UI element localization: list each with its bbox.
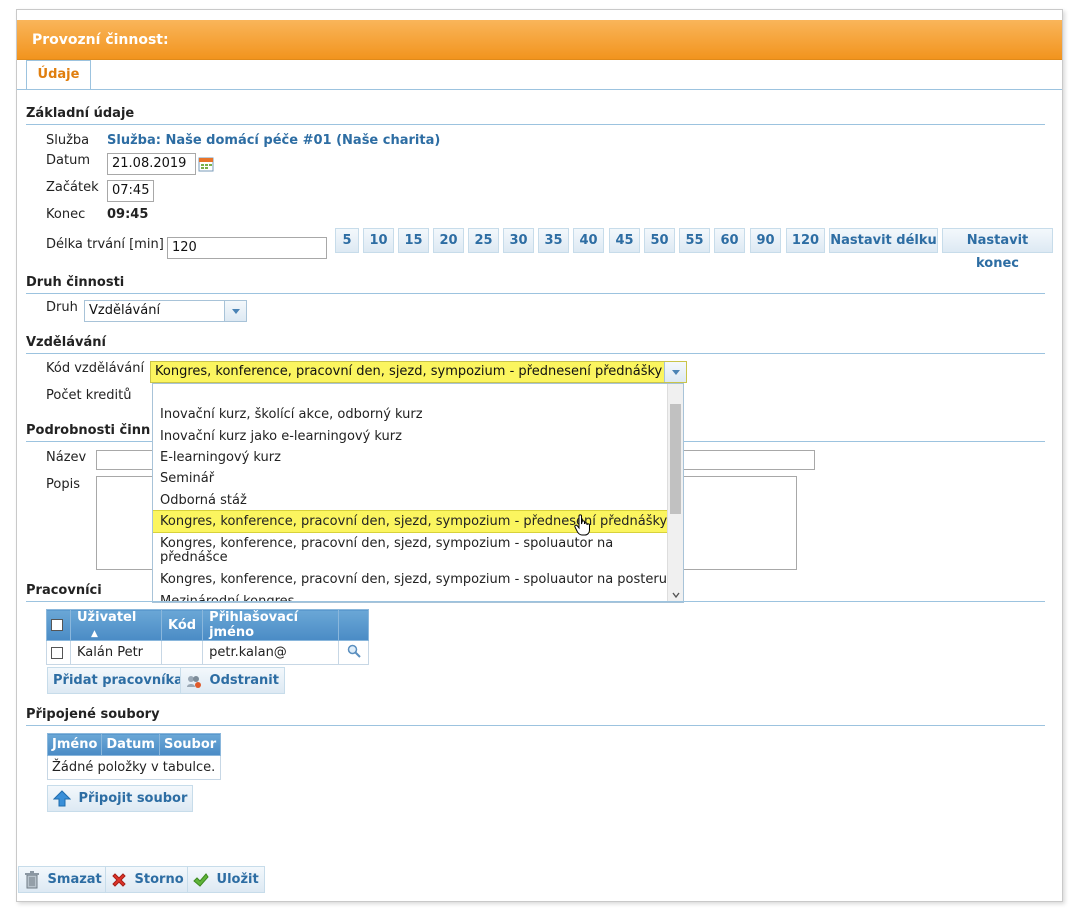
row-checkbox[interactable] <box>51 646 63 659</box>
table-header-row: Uživatel ▲ Kód Přihlašovací jméno <box>46 609 370 641</box>
cell-user: Kalán Petr <box>70 640 162 665</box>
duration-40-button[interactable]: 40 <box>573 228 604 253</box>
end-value: 09:45 <box>107 207 149 222</box>
upload-arrow-icon <box>53 789 71 806</box>
duration-20-button[interactable]: 20 <box>433 228 464 253</box>
dropdown-option[interactable]: E-learningový kurz <box>160 451 281 465</box>
cancel-label: Storno <box>134 872 184 887</box>
chevron-down-icon[interactable] <box>224 301 246 321</box>
code-select[interactable]: Kongres, konference, pracovní den, sjezd… <box>150 361 687 383</box>
dropdown-option[interactable]: Kongres, konference, pracovní den, sjezd… <box>160 537 640 565</box>
table-row: Žádné položky v tabulce. <box>46 755 222 780</box>
remove-worker-button[interactable]: Odstranit <box>180 667 285 694</box>
duration-60-button[interactable]: 60 <box>714 228 745 253</box>
kind-label: Druh <box>46 300 78 315</box>
row-checkbox-cell[interactable] <box>46 640 71 665</box>
section-workers-title: Pracovníci <box>26 583 1045 602</box>
column-date[interactable]: Datum <box>101 733 160 756</box>
close-icon <box>112 872 126 887</box>
remove-people-icon <box>187 675 201 688</box>
table-row[interactable]: Kalán Petr petr.kalan@ <box>46 640 370 665</box>
code-select-value: Kongres, konference, pracovní den, sjezd… <box>155 364 663 379</box>
column-code[interactable]: Kód <box>160 609 204 641</box>
cancel-button[interactable]: Storno <box>105 866 190 893</box>
column-user[interactable]: Uživatel ▲ <box>70 609 162 641</box>
set-duration-button[interactable]: Nastavit délku <box>829 228 938 253</box>
duration-label: Délka trvání [min] <box>46 237 164 252</box>
code-dropdown-list[interactable]: Inovační kurz, školící akce, odborný kur… <box>152 383 684 603</box>
trash-icon <box>25 870 39 888</box>
empty-table-message: Žádné položky v tabulce. <box>46 755 222 780</box>
section-files-title: Připojené soubory <box>26 707 1045 726</box>
kind-select-value: Vzdělávání <box>89 303 161 318</box>
dropdown-option[interactable]: Seminář <box>160 472 214 486</box>
duration-90-button[interactable]: 90 <box>750 228 781 253</box>
duration-10-button[interactable]: 10 <box>363 228 394 253</box>
calendar-icon[interactable] <box>198 156 214 172</box>
section-activity-title: Druh činnosti <box>26 275 1045 294</box>
search-icon[interactable] <box>347 644 361 658</box>
duration-15-button[interactable]: 15 <box>398 228 429 253</box>
dropdown-scrollbar[interactable] <box>667 384 683 602</box>
column-name[interactable]: Jméno <box>46 733 103 756</box>
select-all-header[interactable] <box>46 609 71 641</box>
service-label: Služba <box>46 133 90 148</box>
set-end-button[interactable]: Nastavit konec <box>942 228 1053 271</box>
dialog-title: Provozní činnost: <box>17 20 1062 60</box>
delete-label: Smazat <box>47 872 102 887</box>
column-login[interactable]: Přihlašovací jméno <box>202 609 340 641</box>
cell-login: petr.kalan@ <box>202 640 340 665</box>
column-file[interactable]: Soubor <box>158 733 222 756</box>
duration-50-button[interactable]: 50 <box>644 228 675 253</box>
save-label: Uložit <box>216 872 259 887</box>
duration-5-button[interactable]: 5 <box>335 228 359 253</box>
scrollbar-thumb[interactable] <box>670 404 681 514</box>
start-input[interactable]: 07:45 <box>107 180 154 202</box>
tab-divider <box>17 89 1062 90</box>
duration-45-button[interactable]: 45 <box>609 228 640 253</box>
column-user-label: Uživatel <box>77 610 137 625</box>
code-label: Kód vzdělávání <box>46 361 145 376</box>
section-basic-title: Základní údaje <box>26 106 1045 125</box>
duration-120-button[interactable]: 120 <box>786 228 825 253</box>
kind-select[interactable]: Vzdělávání <box>84 300 247 322</box>
duration-25-button[interactable]: 25 <box>468 228 499 253</box>
remove-worker-label: Odstranit <box>209 673 279 688</box>
delete-button[interactable]: Smazat <box>18 866 108 893</box>
attach-file-label: Připojit soubor <box>78 791 188 806</box>
attach-file-button[interactable]: Připojit soubor <box>47 785 194 812</box>
select-all-checkbox[interactable] <box>51 619 63 631</box>
column-actions <box>338 609 370 641</box>
hand-cursor-icon <box>574 514 590 536</box>
add-worker-button[interactable]: Přidat pracovníka <box>47 667 189 694</box>
duration-55-button[interactable]: 55 <box>679 228 710 253</box>
name-label: Název <box>46 450 87 465</box>
tab-udaje[interactable]: Údaje <box>26 60 91 90</box>
chevron-down-icon[interactable] <box>664 362 686 382</box>
start-label: Začátek <box>46 180 99 195</box>
files-table: Jméno Datum Soubor Žádné položky v tabul… <box>46 733 222 780</box>
workers-table: Uživatel ▲ Kód Přihlašovací jméno Kalán … <box>46 609 370 665</box>
duration-30-button[interactable]: 30 <box>503 228 534 253</box>
dropdown-option[interactable]: Inovační kurz, školící akce, odborný kur… <box>160 408 423 422</box>
desc-label: Popis <box>46 477 80 492</box>
dropdown-option[interactable]: Inovační kurz jako e-learningový kurz <box>160 430 402 444</box>
duration-35-button[interactable]: 35 <box>538 228 569 253</box>
date-input[interactable]: 21.08.2019 <box>107 153 196 175</box>
table-header-row: Jméno Datum Soubor <box>46 733 222 756</box>
section-education-title: Vzdělávání <box>26 335 1045 354</box>
cell-search[interactable] <box>338 640 370 665</box>
sort-asc-icon: ▲ <box>91 629 98 639</box>
add-worker-label: Přidat pracovníka <box>53 673 183 688</box>
save-button[interactable]: Uložit <box>187 866 265 893</box>
duration-input[interactable]: 120 <box>167 237 327 259</box>
end-label: Konec <box>46 207 86 222</box>
date-label: Datum <box>46 153 90 168</box>
credits-label: Počet kreditů <box>46 388 132 403</box>
service-value: Služba: Naše domácí péče #01 (Naše chari… <box>107 133 441 148</box>
cell-code <box>160 640 204 665</box>
dropdown-option[interactable]: Odborná stáž <box>160 494 247 508</box>
checkmark-icon <box>193 872 209 887</box>
